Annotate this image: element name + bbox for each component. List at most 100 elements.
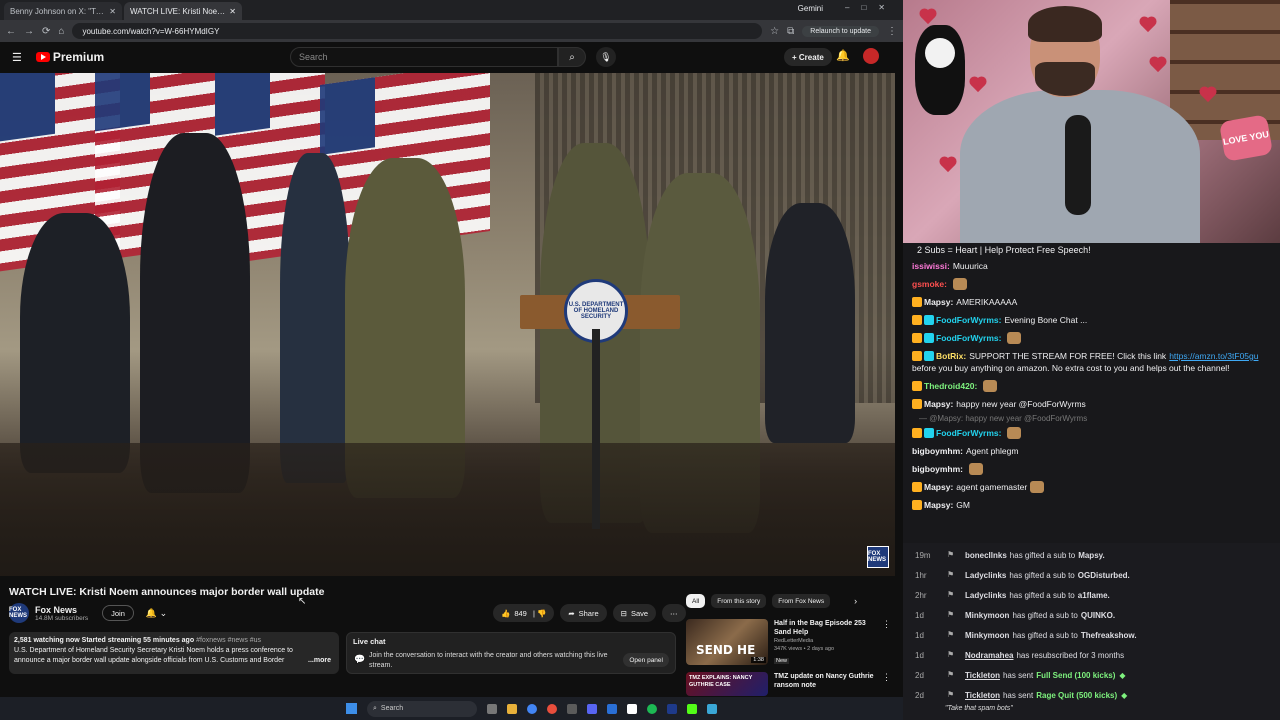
save-label: Save: [630, 608, 649, 618]
channel-name[interactable]: Fox News: [35, 605, 88, 615]
create-button[interactable]: + Create: [784, 48, 832, 66]
event-username[interactable]: Nodramahea: [965, 651, 1013, 660]
youtube-logo[interactable]: Premium: [35, 50, 104, 64]
tab-youtube-watch[interactable]: WATCH LIVE: Kristi Noem a ✕: [124, 2, 242, 20]
star-icon[interactable]: ☆: [770, 26, 779, 37]
gift-icon: ⚑: [947, 670, 955, 679]
fox-news-bug: FOX NEWS: [867, 546, 889, 568]
extensions-icon[interactable]: ⧉: [787, 26, 794, 37]
event-username[interactable]: Minkymoon: [965, 611, 1009, 620]
chat-username[interactable]: Thedroid420:: [924, 380, 977, 392]
event-username[interactable]: Tickleton: [965, 671, 1000, 680]
open-panel-button[interactable]: Open panel: [623, 653, 669, 667]
chat-username[interactable]: FoodForWyrms:: [936, 314, 1001, 326]
more-options-icon[interactable]: ⋮: [882, 672, 891, 683]
event-username[interactable]: Tickleton: [965, 691, 1000, 700]
gemini-button[interactable]: Gemini: [798, 4, 823, 13]
app-icon[interactable]: [707, 703, 717, 714]
chat-event: 1d ⚑ Minkymoon has gifted a sub to QUINKO.: [903, 605, 1280, 625]
app-icon[interactable]: [567, 703, 577, 714]
chat-username[interactable]: Mapsy:: [924, 481, 953, 493]
event-target[interactable]: a1flame.: [1078, 591, 1110, 600]
chat-username[interactable]: Mapsy:: [924, 296, 953, 308]
more-options-icon[interactable]: ⋮: [882, 619, 891, 630]
chip-from-this-story[interactable]: From this story: [711, 594, 767, 608]
windows-start-icon[interactable]: [346, 703, 357, 714]
discord-icon[interactable]: [587, 703, 597, 714]
menu-icon[interactable]: ⋮: [887, 26, 897, 37]
task-view-icon[interactable]: [487, 703, 497, 714]
close-icon[interactable]: ✕: [109, 7, 116, 16]
hamburger-icon[interactable]: ☰: [12, 51, 22, 64]
event-username[interactable]: bonecllnks: [965, 551, 1007, 560]
chat-text: SUPPORT THE STREAM FOR FREE! Click this …: [969, 351, 1167, 361]
like-button[interactable]: 👍 849 | 👎: [493, 604, 555, 622]
chat-username[interactable]: FoodForWyrms:: [936, 332, 1001, 344]
chat-username[interactable]: BotRix:: [936, 350, 966, 362]
kick-icon[interactable]: [687, 703, 697, 714]
back-icon[interactable]: ←: [6, 26, 16, 37]
stream-chat: 2 Subs = Heart | Help Protect Free Speec…: [903, 243, 1280, 543]
create-label: Create: [798, 52, 824, 62]
chat-username[interactable]: Mapsy:: [924, 499, 953, 511]
gift-icon: ⚑: [947, 650, 955, 659]
chat-username[interactable]: bigboymhm:: [912, 463, 963, 475]
save-button[interactable]: ⊟ Save: [612, 604, 657, 622]
close-icon[interactable]: ✕: [229, 7, 236, 16]
recommendation-item[interactable]: TMZ EXPLAINS: NANCY GUTHRIE CASE TMZ upd…: [686, 672, 891, 696]
show-more-link[interactable]: ...more: [308, 656, 331, 666]
share-icon: ➦: [568, 608, 575, 618]
app-icon[interactable]: [667, 703, 677, 714]
thumbs-down-icon[interactable]: | 👎: [531, 609, 546, 618]
event-username[interactable]: Ladyclinks: [965, 591, 1006, 600]
join-button[interactable]: Join: [102, 605, 134, 621]
event-username[interactable]: Minkymoon: [965, 631, 1009, 640]
event-target[interactable]: OGDisturbed.: [1078, 571, 1130, 580]
video-thumbnail[interactable]: TMZ EXPLAINS: NANCY GUTHRIE CASE: [686, 672, 768, 696]
spotify-icon[interactable]: [647, 703, 657, 714]
chevron-right-icon[interactable]: ›: [854, 596, 857, 606]
notifications-icon[interactable]: 🔔: [836, 49, 850, 62]
voice-search-button[interactable]: 🎙: [596, 47, 616, 67]
recommendation-item[interactable]: SEND HE 1:38 Half in the Bag Episode 253…: [686, 619, 891, 665]
home-icon[interactable]: ⌂: [58, 26, 64, 37]
event-username[interactable]: Ladyclinks: [965, 571, 1006, 580]
chip-all[interactable]: All: [686, 594, 706, 608]
channel-avatar[interactable]: FOX NEWS: [9, 603, 29, 623]
description-box[interactable]: 2,581 watching now Started streaming 55 …: [9, 632, 339, 674]
avatar[interactable]: [863, 48, 879, 64]
chat-username[interactable]: Mapsy:: [924, 398, 953, 410]
relaunch-button[interactable]: Relaunch to update: [802, 25, 879, 37]
tab-benny-johnson[interactable]: Benny Johnson on X: "Trump to ✕: [4, 2, 122, 20]
chrome-canary-icon[interactable]: [547, 703, 557, 714]
event-text: has sent: [1002, 670, 1034, 680]
chrome-icon[interactable]: [527, 703, 537, 714]
chat-username[interactable]: bigboymhm:: [912, 445, 963, 457]
video-player[interactable]: U.S. DEPARTMENT OF HOMELAND SECURITY FOX…: [0, 73, 895, 576]
window-controls[interactable]: –□✕: [845, 3, 897, 12]
search-input[interactable]: Search: [290, 47, 558, 67]
event-target[interactable]: Thefreakshow.: [1081, 631, 1137, 640]
description-tags[interactable]: #foxnews #news #us: [196, 637, 261, 644]
url-field[interactable]: youtube.com/watch?v=W-66HYMdIGY: [72, 23, 763, 39]
subscription-bell-icon[interactable]: 🔔 ⌄: [140, 605, 173, 621]
chat-username[interactable]: FoodForWyrms:: [936, 427, 1001, 439]
youtube-play-icon: [35, 52, 50, 62]
chat-username[interactable]: gsmoke:: [912, 278, 947, 290]
channel-subscribers: 14.8M subscribers: [35, 614, 89, 622]
file-explorer-icon[interactable]: [507, 703, 517, 714]
taskbar-search[interactable]: ⌕ Search: [367, 700, 477, 717]
video-thumbnail[interactable]: SEND HE 1:38: [686, 619, 768, 665]
app-icon[interactable]: [607, 703, 617, 714]
chat-link[interactable]: https://amzn.to/3tF05gu: [1169, 350, 1258, 362]
event-target[interactable]: QUINKO.: [1081, 611, 1115, 620]
event-target[interactable]: Mapsy.: [1078, 551, 1105, 560]
search-button[interactable]: ⌕: [558, 47, 586, 67]
share-button[interactable]: ➦ Share: [560, 604, 607, 622]
reload-icon[interactable]: ⟳: [42, 26, 50, 37]
chat-username[interactable]: issiwissi:: [912, 260, 950, 272]
more-actions-button[interactable]: ⋯: [662, 604, 686, 622]
chip-from-fox-news[interactable]: From Fox News: [772, 594, 831, 608]
forward-icon[interactable]: →: [24, 26, 34, 37]
notion-icon[interactable]: [627, 703, 637, 714]
